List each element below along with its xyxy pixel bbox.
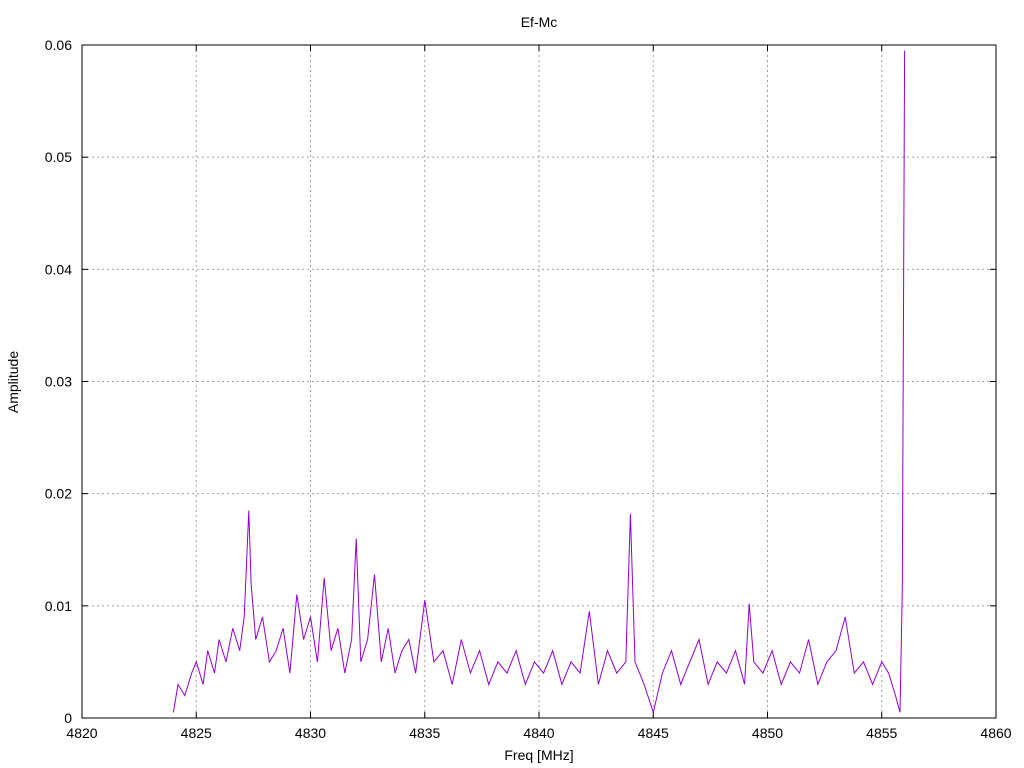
y-tick-label: 0.06 bbox=[45, 37, 72, 53]
grid-layer bbox=[82, 45, 996, 718]
y-tick-label: 0.03 bbox=[45, 374, 72, 390]
x-tick-label: 4850 bbox=[752, 725, 783, 741]
y-tick-label: 0 bbox=[64, 710, 72, 726]
x-tick-label: 4860 bbox=[980, 725, 1011, 741]
tick-layer: 4820 4825 4830 4835 4840 4845 4850 4855 4860 0 0.0… bbox=[45, 37, 1012, 741]
y-axis-label: Amplitude bbox=[5, 351, 21, 413]
y-tick-label: 0.04 bbox=[45, 261, 72, 277]
chart-root: Ef-Mc 4820 4825 4830 4835 4840 4845 4850 4855 48… bbox=[0, 0, 1024, 768]
x-axis-label: Freq [MHz] bbox=[504, 747, 573, 763]
x-tick-label: 4845 bbox=[638, 725, 669, 741]
x-tick-label: 4820 bbox=[66, 725, 97, 741]
x-tick-label: 4855 bbox=[866, 725, 897, 741]
x-tick-label: 4840 bbox=[523, 725, 554, 741]
chart-title: Ef-Mc bbox=[521, 14, 558, 30]
x-tick-label: 4835 bbox=[409, 725, 440, 741]
y-tick-label: 0.05 bbox=[45, 149, 72, 165]
x-tick-label: 4830 bbox=[295, 725, 326, 741]
x-tick-label: 4825 bbox=[181, 725, 212, 741]
chart-svg: Ef-Mc 4820 4825 4830 4835 4840 4845 4850 4855 48… bbox=[5, 14, 1012, 763]
y-tick-label: 0.02 bbox=[45, 486, 72, 502]
y-tick-label: 0.01 bbox=[45, 598, 72, 614]
